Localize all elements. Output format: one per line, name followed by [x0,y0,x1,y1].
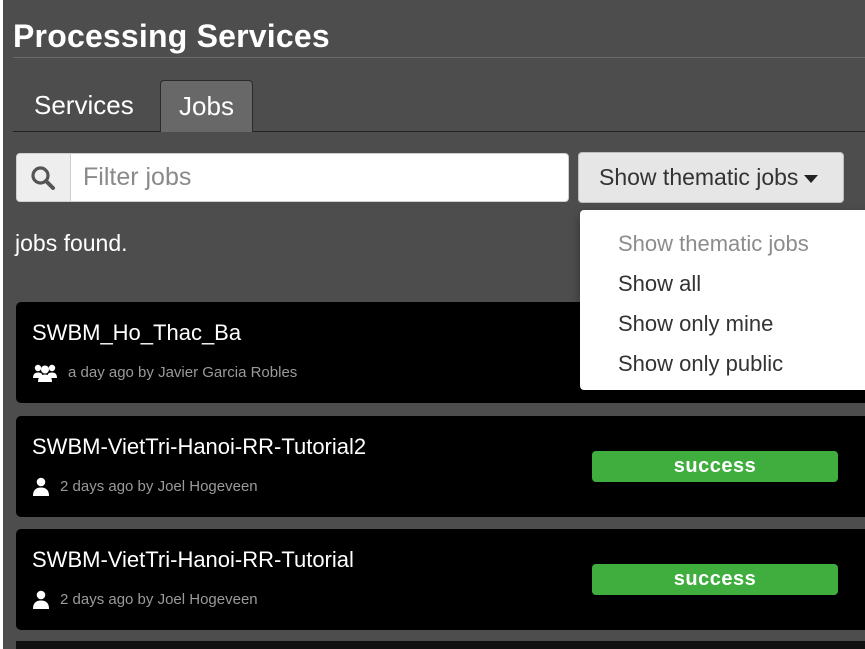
search-addon [17,154,71,201]
job-meta: 2 days ago by Joel Hogeveen [32,589,258,611]
job-meta: 2 days ago by Joel Hogeveen [32,476,258,498]
job-time: 2 days ago by Joel Hogeveen [60,591,258,609]
job-name[interactable]: SWBM_Ho_Thac_Ba [32,320,241,346]
job-filter-dropdown: Show thematic jobs Show all Show only mi… [580,210,865,390]
next-job-row-edge [16,641,865,649]
search-box [16,153,569,202]
filter-jobs-input[interactable] [72,154,567,201]
group-icon [33,364,57,383]
filter-button-label: Show thematic jobs [599,164,799,190]
dropdown-item-show-thematic-jobs[interactable]: Show thematic jobs [580,224,865,264]
job-time: 2 days ago by Joel Hogeveen [60,478,258,496]
job-meta: a day ago by Javier Garcia Robles [32,362,297,384]
dropdown-item-show-only-mine[interactable]: Show only mine [580,304,865,344]
processing-services-panel: Processing Services Services Jobs Show t… [0,0,865,649]
page-title: Processing Services [13,18,865,58]
status-badge: success [592,451,838,482]
job-time: a day ago by Javier Garcia Robles [68,364,298,382]
job-name[interactable]: SWBM-VietTri-Hanoi-RR-Tutorial [32,547,354,573]
caret-down-icon [804,174,819,183]
dropdown-item-show-all[interactable]: Show all [580,264,865,304]
job-row[interactable]: SWBM-VietTri-Hanoi-RR-Tutorial2 2 days a… [16,416,865,517]
job-name[interactable]: SWBM-VietTri-Hanoi-RR-Tutorial2 [32,434,366,460]
search-icon [31,166,55,190]
show-thematic-jobs-button[interactable]: Show thematic jobs [578,152,844,203]
status-badge: success [592,564,838,595]
job-row[interactable]: SWBM-VietTri-Hanoi-RR-Tutorial 2 days ag… [16,529,865,630]
jobs-found-text: jobs found. [15,230,128,256]
user-icon [33,590,49,610]
tab-services[interactable]: Services [18,80,150,132]
dropdown-item-show-only-public[interactable]: Show only public [580,344,865,384]
tab-jobs[interactable]: Jobs [160,80,253,132]
user-icon [33,477,49,497]
